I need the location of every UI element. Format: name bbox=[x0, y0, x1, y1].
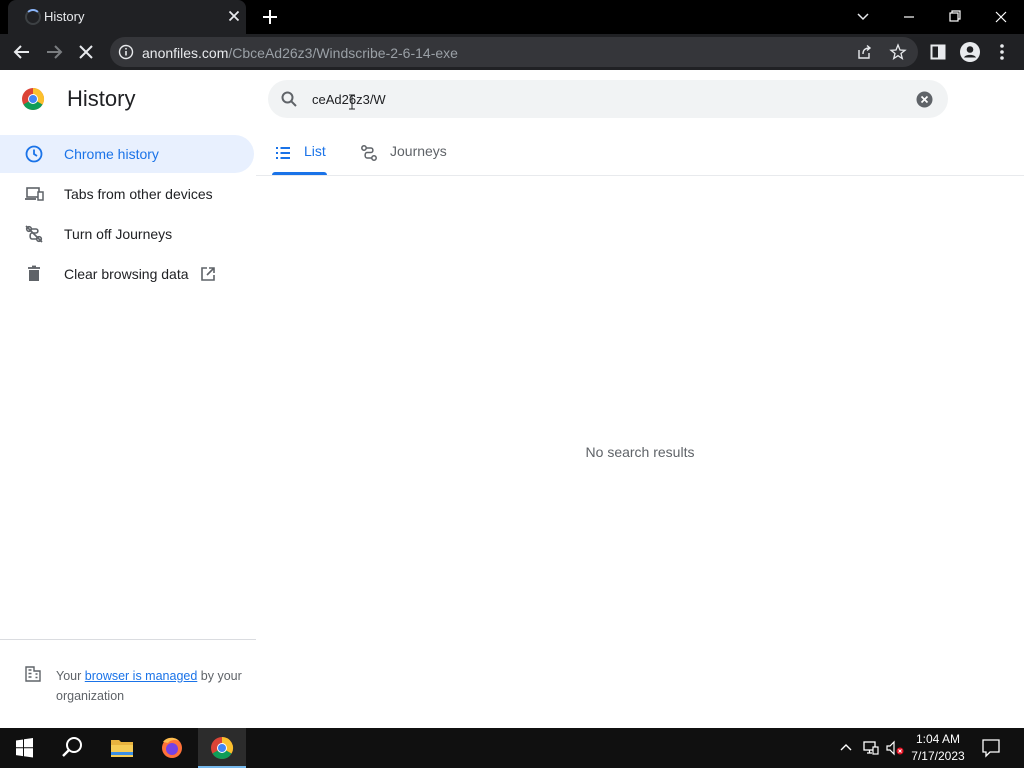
loading-spinner-icon bbox=[25, 9, 41, 25]
firefox-icon[interactable] bbox=[148, 728, 196, 768]
devices-icon bbox=[25, 187, 44, 201]
file-explorer-icon[interactable] bbox=[98, 728, 146, 768]
show-hidden-icons-chevron-icon[interactable] bbox=[838, 740, 854, 756]
no-search-results-message: No search results bbox=[585, 444, 695, 460]
address-bar[interactable]: anonfiles.com/CbceAd26z3/Windscribe-2-6-… bbox=[110, 37, 918, 67]
text-cursor-icon bbox=[349, 94, 355, 110]
trash-icon bbox=[28, 265, 40, 281]
managed-prefix: Your bbox=[56, 669, 82, 683]
windows-start-icon[interactable] bbox=[0, 728, 48, 768]
clock-date[interactable]: 7/17/2023 bbox=[908, 749, 968, 763]
enterprise-building-icon bbox=[25, 666, 41, 682]
journeys-off-icon bbox=[25, 225, 43, 243]
tab-search-chevron-icon[interactable] bbox=[840, 0, 886, 34]
sidebar-item-label: Tabs from other devices bbox=[64, 186, 213, 202]
browser-toolbar: anonfiles.com/CbceAd26z3/Windscribe-2-6-… bbox=[0, 34, 1024, 70]
search-icon bbox=[281, 91, 297, 107]
bookmark-star-icon[interactable] bbox=[889, 43, 907, 61]
forward-icon[interactable] bbox=[40, 38, 68, 66]
list-icon bbox=[276, 147, 290, 159]
tab-list-label: List bbox=[304, 143, 326, 159]
restore-icon[interactable] bbox=[932, 0, 978, 34]
back-icon[interactable] bbox=[8, 38, 36, 66]
chrome-logo-icon bbox=[22, 88, 45, 111]
menu-kebab-icon[interactable] bbox=[988, 38, 1016, 66]
search-history-box[interactable] bbox=[268, 80, 948, 118]
taskbar-chrome-button[interactable] bbox=[198, 728, 246, 768]
site-info-icon[interactable] bbox=[118, 44, 134, 60]
sidebar-item-label: Clear browsing data bbox=[64, 266, 189, 282]
search-input[interactable] bbox=[312, 89, 892, 109]
tabs-divider bbox=[256, 175, 1024, 176]
open-in-new-icon bbox=[201, 267, 215, 281]
volume-muted-icon[interactable] bbox=[885, 739, 905, 757]
sidebar-item-clear-browsing-data[interactable]: Clear browsing data bbox=[0, 255, 254, 293]
tab-journeys-label: Journeys bbox=[390, 143, 447, 159]
journeys-icon bbox=[361, 145, 377, 161]
new-tab-icon[interactable] bbox=[258, 5, 282, 29]
url-host: anonfiles.com bbox=[142, 45, 229, 61]
clock-time[interactable]: 1:04 AM bbox=[908, 732, 968, 746]
stop-loading-icon[interactable] bbox=[72, 38, 100, 66]
tab-list[interactable]: List bbox=[272, 136, 328, 176]
tab-title: History bbox=[44, 9, 85, 24]
taskbar: 1:04 AM 7/17/2023 bbox=[0, 728, 1024, 768]
profile-avatar-icon[interactable] bbox=[956, 38, 984, 66]
page-title: History bbox=[67, 86, 136, 111]
close-window-icon[interactable] bbox=[978, 0, 1024, 34]
history-page: History Chrome history Tabs from other d… bbox=[0, 70, 1024, 728]
sidebar-divider bbox=[0, 639, 256, 640]
sidebar-item-turn-off-journeys[interactable]: Turn off Journeys bbox=[0, 215, 254, 253]
sidebar-item-tabs-other-devices[interactable]: Tabs from other devices bbox=[0, 175, 254, 213]
clock-icon bbox=[25, 145, 43, 163]
url-text: anonfiles.com/CbceAd26z3/Windscribe-2-6-… bbox=[142, 45, 458, 61]
clear-search-icon[interactable] bbox=[916, 91, 933, 108]
minimize-icon[interactable] bbox=[886, 0, 932, 34]
share-icon[interactable] bbox=[856, 44, 872, 60]
tab-journeys[interactable]: Journeys bbox=[358, 136, 458, 176]
network-icon[interactable] bbox=[862, 739, 880, 757]
tab-strip: History bbox=[0, 0, 1024, 34]
close-tab-icon[interactable] bbox=[224, 6, 244, 26]
taskbar-search-icon[interactable] bbox=[48, 728, 96, 768]
chrome-taskbar-icon bbox=[211, 737, 234, 760]
browser-tab-history[interactable]: History bbox=[8, 0, 246, 34]
sidebar-item-label: Chrome history bbox=[64, 146, 159, 162]
browser-managed-link[interactable]: browser is managed bbox=[85, 669, 198, 683]
sidebar-item-label: Turn off Journeys bbox=[64, 226, 173, 242]
notification-center-icon[interactable] bbox=[980, 738, 1002, 758]
url-path: /CbceAd26z3/Windscribe-2-6-14-exe bbox=[228, 45, 458, 61]
side-panel-icon[interactable] bbox=[924, 38, 952, 66]
sidebar-item-chrome-history[interactable]: Chrome history bbox=[0, 135, 254, 173]
browser-managed-notice: Your browser is managed by your organiza… bbox=[56, 666, 246, 706]
